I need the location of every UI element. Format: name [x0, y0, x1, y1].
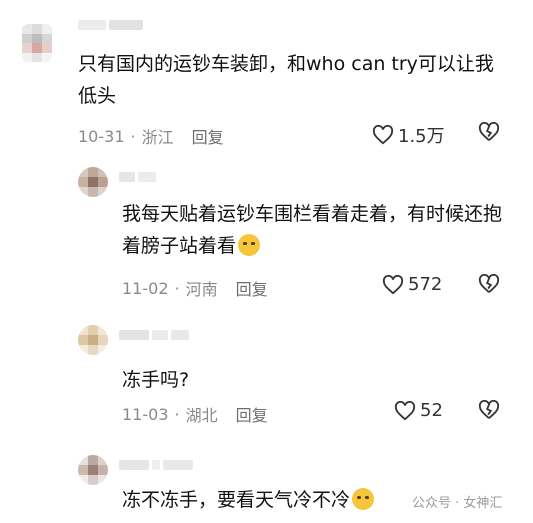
meta-separator: ·: [174, 278, 180, 298]
dislike-button[interactable]: [478, 400, 500, 420]
comment-text-body: 冻不冻手，要看天气冷不冷: [122, 489, 351, 511]
like-count: 52: [420, 400, 443, 421]
comment-date: 10-31: [78, 126, 125, 146]
comment-text: 只有国内的运钞车装卸，和who can try可以让我低头: [78, 53, 494, 107]
dislike-button[interactable]: [478, 274, 500, 294]
username-blurred[interactable]: [119, 460, 193, 470]
username-blurred[interactable]: [119, 330, 189, 340]
comment-meta: 11-03 · 湖北 回复: [122, 402, 268, 426]
comment-text: 我每天贴着运钞车围栏看着走着，有时候还抱着膀子站着看: [122, 198, 512, 262]
like-button[interactable]: 572: [382, 274, 442, 295]
heart-icon: [382, 274, 404, 294]
dislike-button[interactable]: [478, 122, 500, 142]
like-button[interactable]: 1.5万: [372, 122, 445, 148]
comment-location: 浙江: [141, 128, 174, 147]
comment-text: 冻手吗?: [122, 369, 190, 391]
broken-heart-icon: [478, 122, 500, 141]
avatar[interactable]: [78, 455, 108, 485]
comment-text-body: 我每天贴着运钞车围栏看着走着，有时候还抱着膀子站着看: [122, 203, 503, 257]
broken-heart-icon: [478, 274, 500, 293]
heart-icon: [372, 125, 394, 145]
comment-meta: 10-31 · 浙江 回复: [78, 124, 224, 148]
watermark: 公众号 · 女神汇: [412, 496, 503, 511]
username-blurred[interactable]: [119, 172, 156, 182]
avatar[interactable]: [22, 24, 52, 62]
crying-emoji: [352, 488, 375, 510]
reply-button[interactable]: 回复: [192, 124, 224, 148]
comment-date: 11-02: [122, 278, 169, 298]
comment-date: 11-03: [122, 404, 169, 424]
comment-meta: 11-02 · 河南 回复: [122, 276, 268, 300]
like-button[interactable]: 52: [394, 400, 443, 421]
like-count: 572: [408, 274, 443, 295]
username-blurred[interactable]: [78, 20, 143, 30]
avatar[interactable]: [78, 167, 108, 197]
avatar[interactable]: [78, 325, 108, 355]
heart-icon: [394, 400, 416, 420]
comment-location: 河南: [185, 280, 218, 299]
meta-separator: ·: [174, 404, 180, 424]
like-count: 1.5万: [398, 126, 445, 147]
reply-button[interactable]: 回复: [236, 402, 268, 426]
comment-location: 湖北: [185, 406, 218, 425]
meta-separator: ·: [130, 126, 136, 146]
comment-text: 冻不冻手，要看天气冷不冷: [122, 484, 375, 516]
reply-button[interactable]: 回复: [236, 276, 268, 300]
laughing-crying-emoji: [238, 234, 261, 256]
broken-heart-icon: [478, 400, 500, 419]
